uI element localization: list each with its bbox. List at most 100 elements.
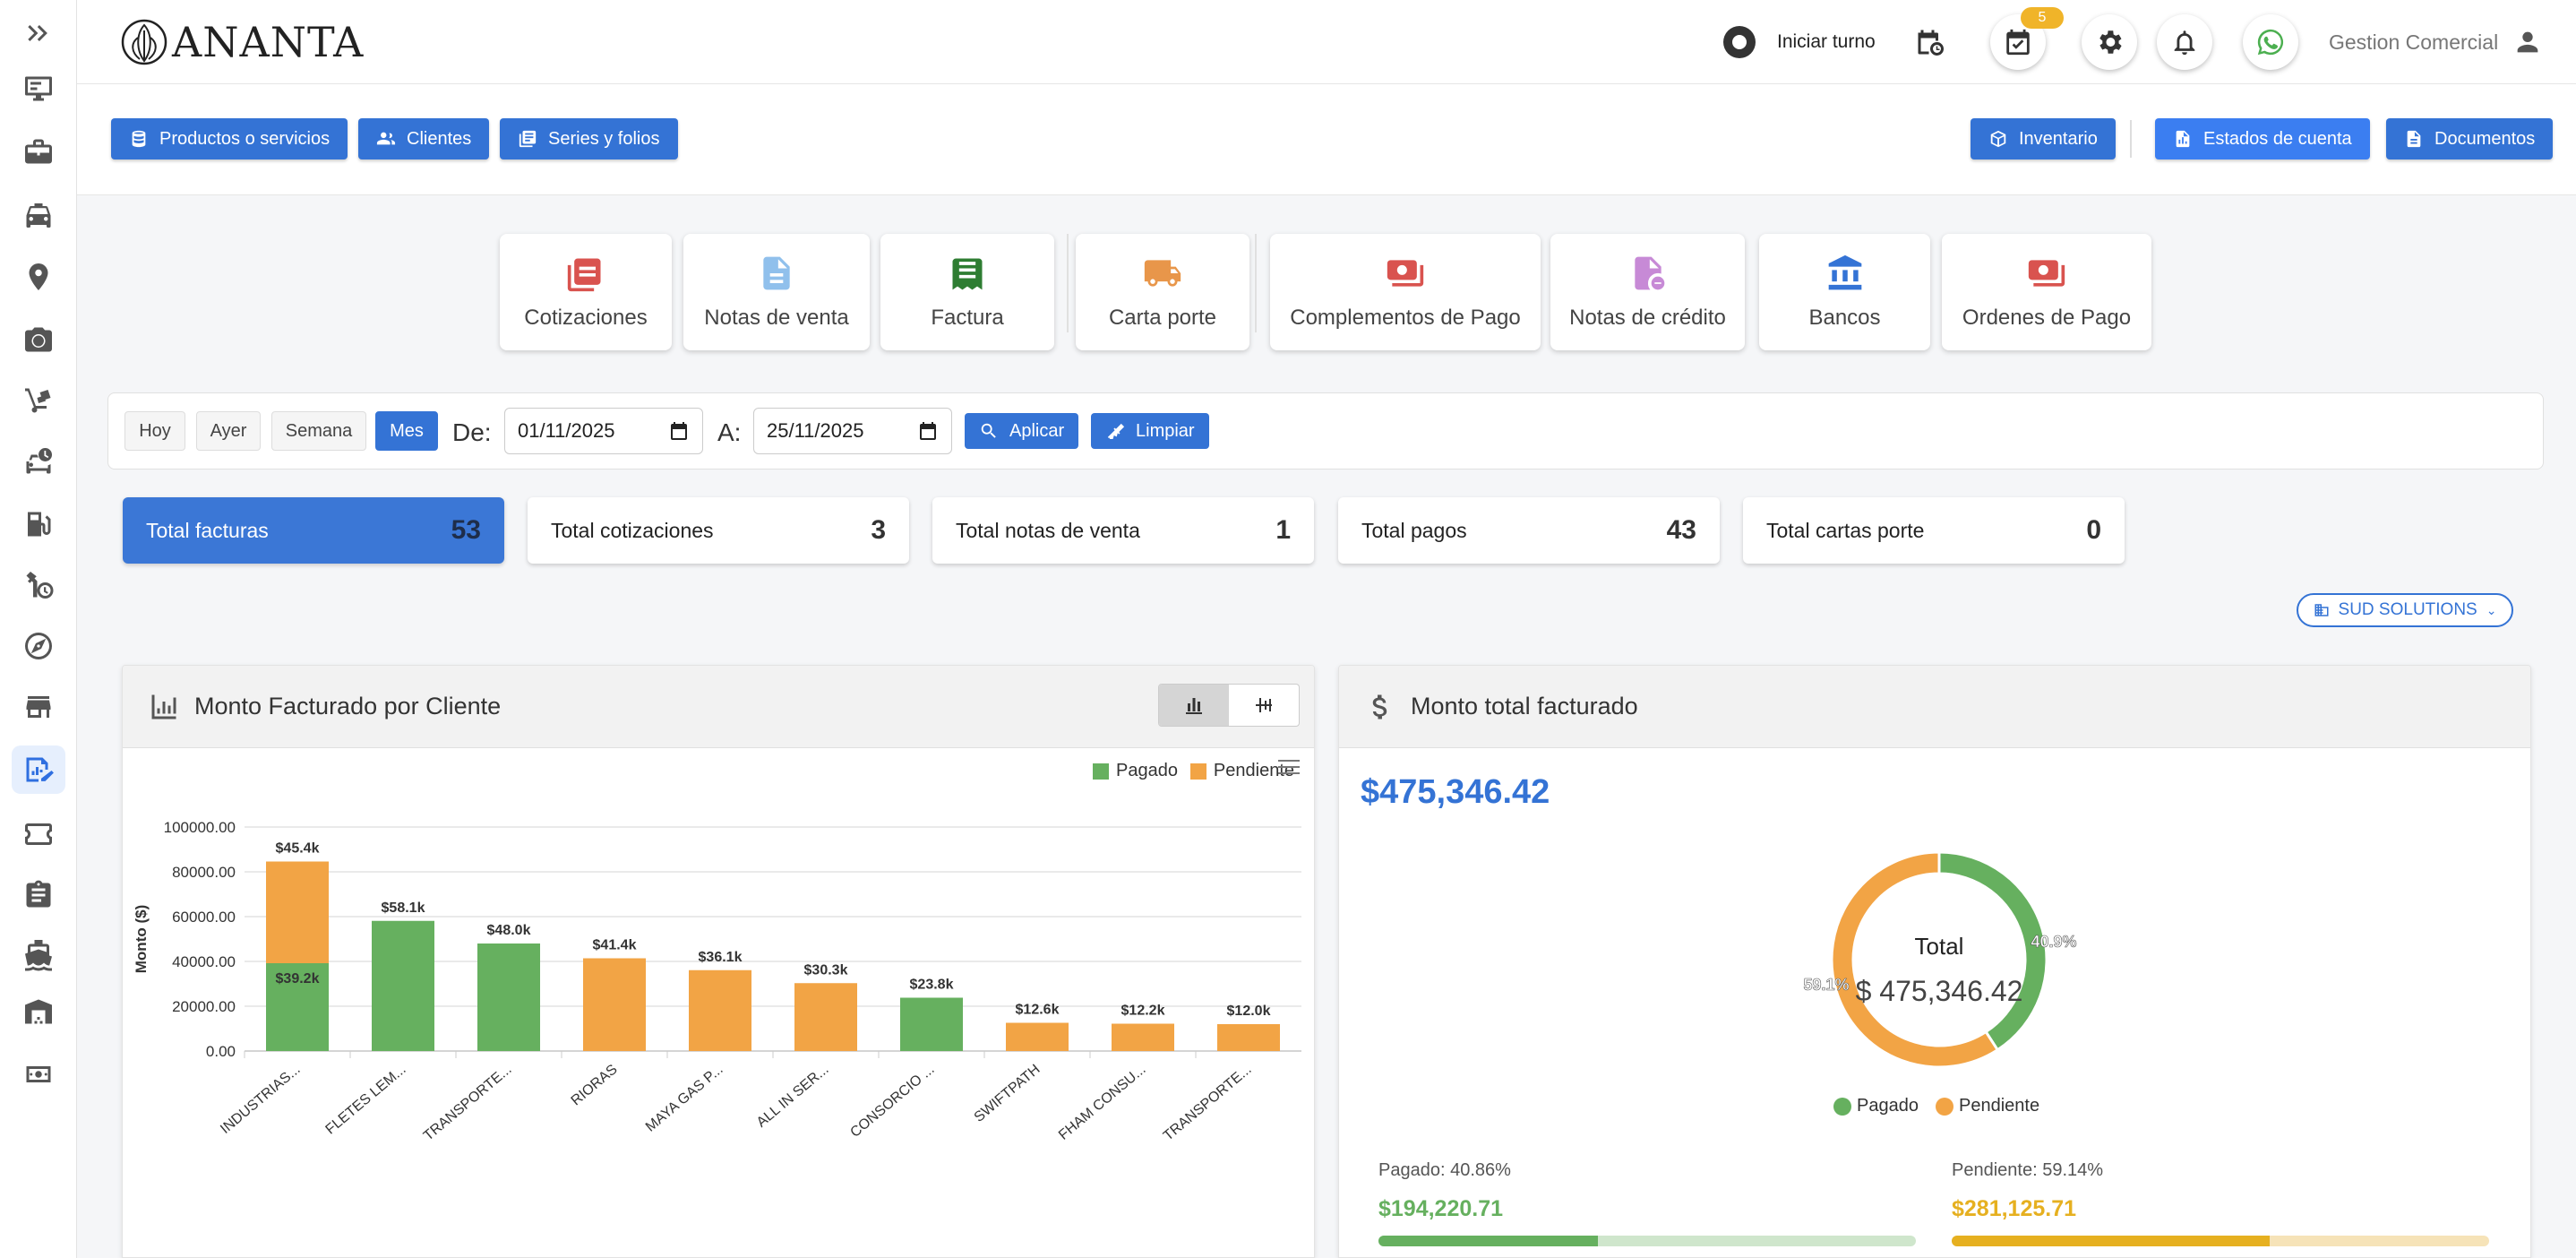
sidebar-item-chevron-double-right[interactable] (12, 9, 65, 57)
module-tile-2[interactable]: Factura (880, 234, 1054, 350)
sidebar-item-car-clock[interactable] (12, 437, 65, 486)
whatsapp-icon (2257, 29, 2284, 56)
to-date-input[interactable]: 25/11/2025 (753, 408, 952, 454)
stat-card-2[interactable]: Total notas de venta 1 (932, 497, 1314, 564)
clock-icon (1723, 26, 1756, 58)
chart-legend: Pagado (1093, 761, 1178, 781)
donut-legend-paid[interactable]: Pagado (1833, 1096, 1919, 1116)
ship-icon (25, 940, 52, 971)
whatsapp-button[interactable] (2243, 14, 2298, 70)
logo-text: ANANTA (172, 18, 365, 66)
dollar-icon (1372, 694, 1387, 719)
sidebar-item-wrench-clock[interactable] (12, 561, 65, 609)
sidebar-item-store[interactable] (12, 683, 65, 731)
calendar-icon[interactable] (668, 420, 690, 442)
inventory-button[interactable]: Inventario (1971, 118, 2116, 159)
donut-slice-pendiente[interactable] (1830, 850, 2000, 1069)
bar-data-label: $36.1k (699, 950, 743, 965)
module-tile-7[interactable]: Ordenes de Pago (1942, 234, 2151, 350)
module-tile-0[interactable]: Cotizaciones (500, 234, 672, 350)
x-tick-label: RIORAS (569, 1062, 621, 1108)
donut-legend-pending[interactable]: Pendiente (1936, 1096, 2039, 1116)
horizontal-bars-toggle[interactable] (1229, 685, 1299, 726)
tasks-button[interactable]: 5 (1990, 7, 2064, 70)
sidebar-item-cash[interactable] (12, 1050, 65, 1099)
panel-header: Monto total facturado (1339, 666, 2530, 748)
fuel-icon (28, 512, 51, 537)
sidebar-item-compass[interactable] (12, 622, 65, 670)
module-tile-label: Notas de venta (704, 306, 849, 330)
stat-card-3[interactable]: Total pagos 43 (1338, 497, 1720, 564)
stat-value: 43 (1666, 515, 1696, 545)
user-menu[interactable]: Gestion Comercial (2329, 27, 2543, 57)
module-tile-5[interactable]: Notas de crédito (1550, 234, 1745, 350)
clipboard-icon (26, 880, 51, 908)
app-logo[interactable]: ANANTA (120, 16, 364, 68)
x-tick-label: INDUSTRIAS... (218, 1062, 303, 1137)
chart-orientation-toggle (1158, 684, 1300, 727)
donut-center-label: Total (1915, 933, 1964, 960)
donut-paid-percent: 40.9% (2031, 933, 2076, 951)
stat-card-0[interactable]: Total facturas 53 (123, 497, 504, 564)
legend-paid[interactable]: Pagado (1116, 761, 1178, 781)
stat-card-1[interactable]: Total cotizaciones 3 (528, 497, 909, 564)
to-date-value: 25/11/2025 (767, 419, 864, 442)
filter-week-button[interactable]: Semana (271, 411, 366, 451)
bar-pendiente-8 (1112, 1023, 1174, 1051)
notifications-button[interactable] (2157, 14, 2212, 70)
clients-button[interactable]: Clientes (358, 118, 490, 159)
stat-card-4[interactable]: Total cartas porte 0 (1743, 497, 2125, 564)
calendar-icon[interactable] (917, 420, 939, 442)
sidebar-item-camera[interactable] (12, 315, 65, 364)
sidebar-item-fuel[interactable] (12, 500, 65, 548)
sidebar-item-location-pin[interactable] (12, 253, 65, 301)
company-selector[interactable]: SUD SOLUTIONS ⌄ (2297, 593, 2513, 627)
x-tick-label: MAYA GAS P... (643, 1062, 726, 1135)
settings-button[interactable] (2082, 14, 2137, 70)
module-tile-3[interactable]: Carta porte (1076, 234, 1249, 350)
stat-label: Total cartas porte (1766, 518, 1925, 542)
chart-menu-icon[interactable] (1276, 757, 1301, 777)
documents-button[interactable]: Documentos (2386, 118, 2554, 159)
sidebar-item-ship[interactable] (12, 932, 65, 980)
module-tile-6[interactable]: Bancos (1759, 234, 1930, 350)
module-tile-4[interactable]: Complementos de Pago (1270, 234, 1541, 350)
vertical-bars-toggle[interactable] (1159, 685, 1229, 726)
sidebar-item-briefcase[interactable] (12, 127, 65, 176)
sidebar-item-sales-chart[interactable] (12, 745, 65, 794)
module-tile-label: Bancos (1808, 306, 1881, 330)
box-icon (1990, 130, 2006, 148)
account-statements-button[interactable]: Estados de cuenta (2155, 118, 2370, 159)
legend-pending-label: Pendiente (1959, 1096, 2040, 1116)
sidebar-item-ticket[interactable] (12, 810, 65, 858)
credit-note-icon (1634, 256, 1664, 290)
donut-chart: Total $ 475,346.42 40.9% 59.1% (1803, 850, 2077, 1069)
sidebar-item-hand-truck[interactable] (12, 376, 65, 425)
bar-data-label: $41.4k (593, 938, 637, 953)
horizontal-bars-icon (1256, 698, 1272, 712)
from-label: De: (452, 418, 492, 446)
sidebar (0, 0, 77, 1258)
bar-pagado-1 (372, 920, 434, 1051)
products-services-button[interactable]: Productos o servicios (111, 118, 348, 159)
pending-progress-fill (1952, 1236, 2270, 1246)
clear-filter-button[interactable]: Limpiar (1091, 413, 1209, 449)
sidebar-item-warehouse[interactable] (12, 987, 65, 1036)
start-shift-button[interactable]: Iniciar turno (1723, 23, 1876, 61)
module-tile-1[interactable]: Notas de venta (683, 234, 870, 350)
apply-filter-button[interactable]: Aplicar (965, 413, 1079, 449)
sidebar-item-taxi[interactable] (12, 190, 65, 238)
pending-progress-bar (1952, 1236, 2489, 1246)
module-divider (1067, 234, 1069, 332)
filter-month-button[interactable]: Mes (375, 411, 438, 451)
filter-today-button[interactable]: Hoy (125, 411, 185, 451)
filter-yesterday-button[interactable]: Ayer (196, 411, 261, 451)
topbar: ANANTA Iniciar turno 5 Gestion Comercial (77, 0, 2576, 84)
stat-label: Total facturas (146, 518, 269, 542)
from-date-input[interactable]: 01/11/2025 (504, 408, 703, 454)
sidebar-item-monitor[interactable] (12, 65, 65, 113)
calendar-clock-button[interactable] (1908, 20, 1953, 65)
sidebar-item-clipboard[interactable] (12, 871, 65, 919)
x-tick-label: TRANSPORTE... (1161, 1062, 1255, 1144)
series-folios-button[interactable]: Series y folios (500, 118, 678, 159)
